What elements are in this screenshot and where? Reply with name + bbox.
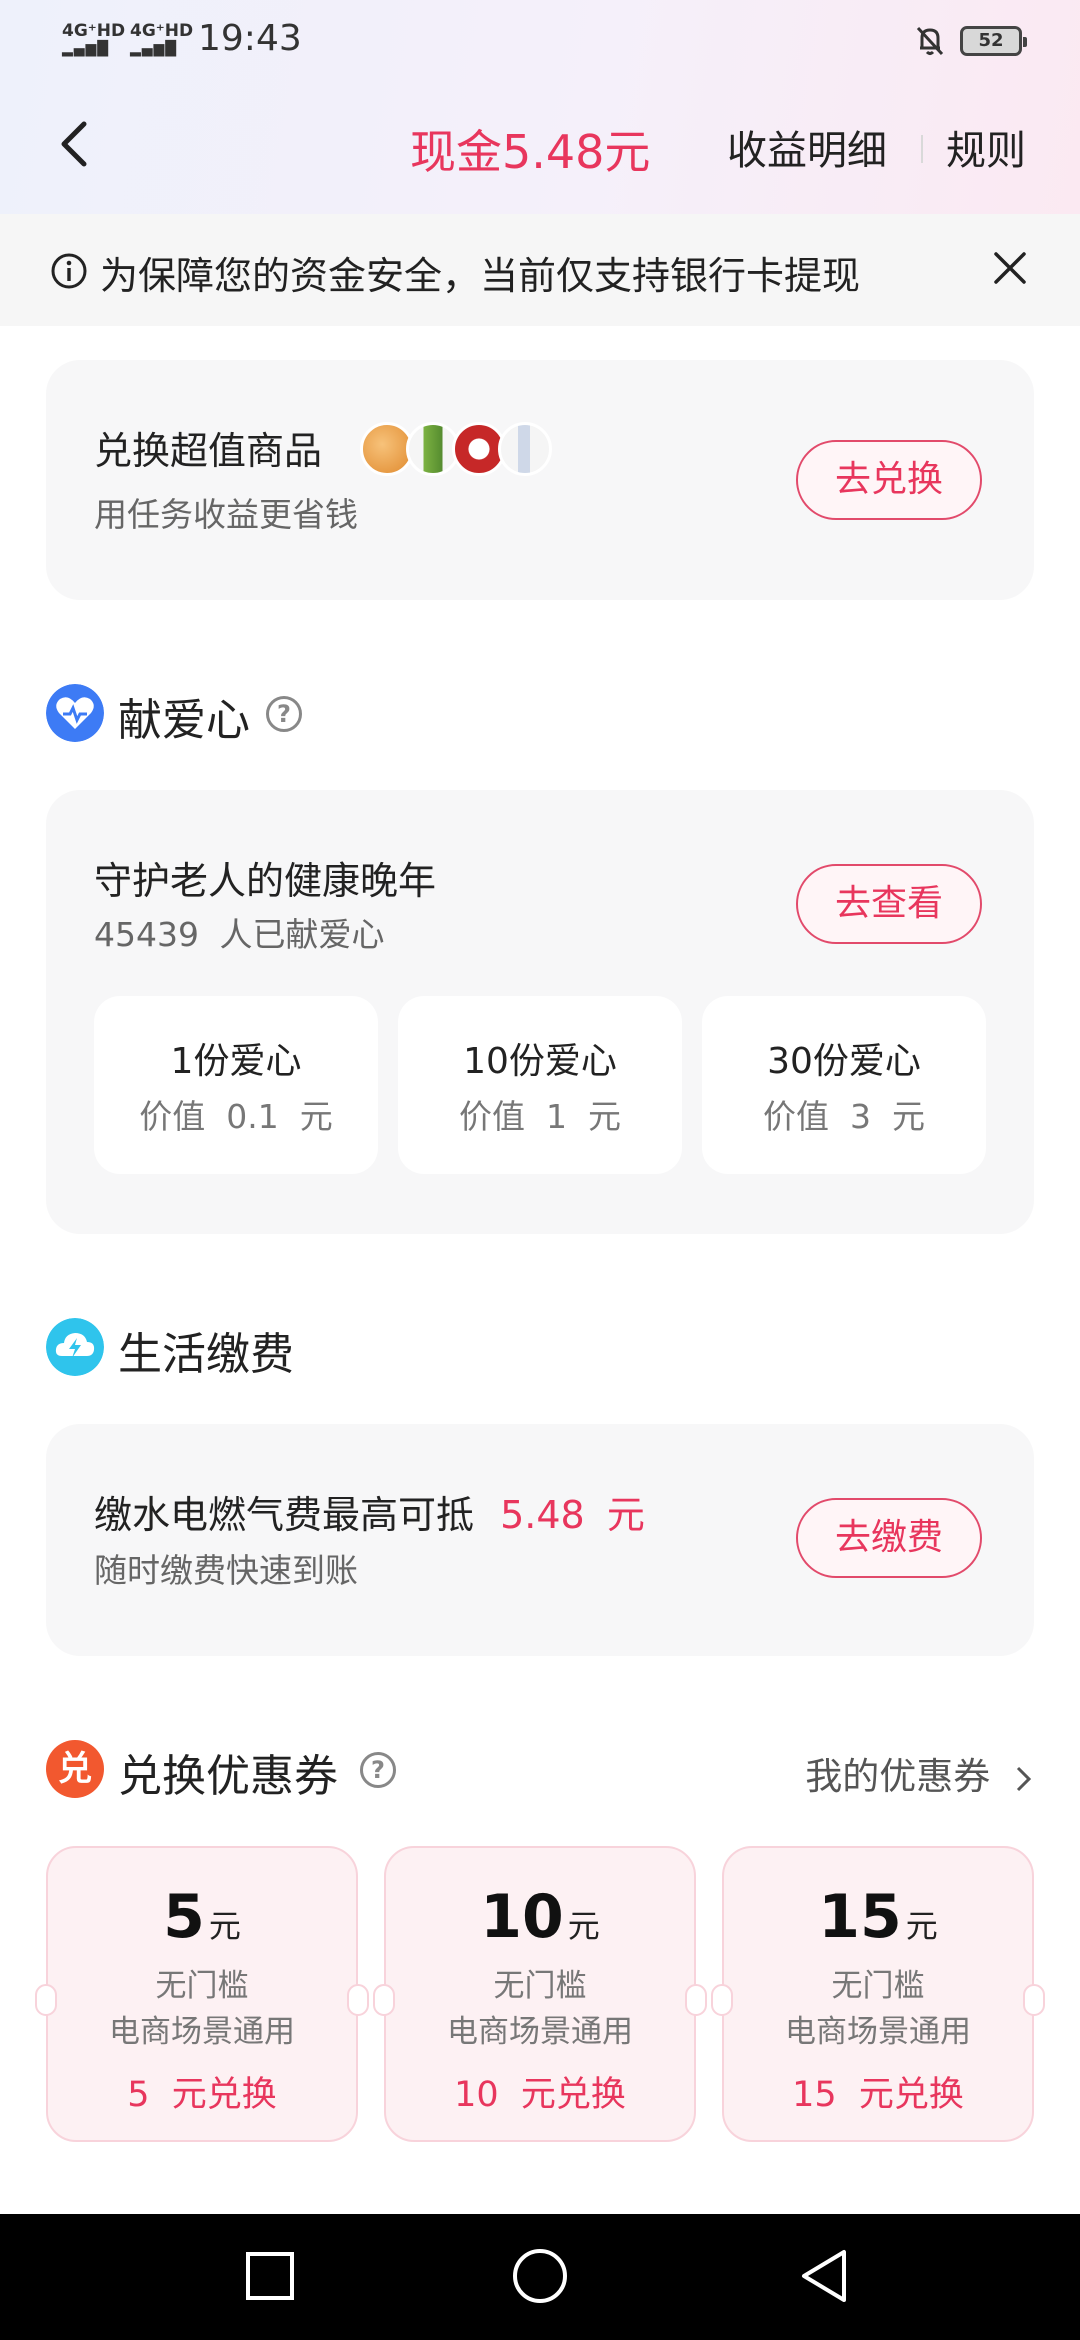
signal-bars-icon: ▂▄▆█ [130, 41, 178, 57]
clock: 19:43 [198, 18, 302, 59]
donate-section-header: 献爱心 ? [46, 684, 446, 746]
donate-option-value: 价值 1 元 [459, 1097, 621, 1136]
donate-card: 守护老人的健康晚年 45439 人已献爱心 去查看 1份爱心 价值 0.1 元 … [46, 790, 1034, 1234]
help-icon[interactable]: ? [266, 696, 302, 732]
bills-unit: 元 [606, 1493, 645, 1537]
coupon-cost: 5 元兑换 [127, 2075, 277, 2115]
coupon-scope: 电商场景通用 [109, 2014, 295, 2050]
donate-option-label: 10份爱心 [463, 1041, 617, 1082]
rules-link[interactable]: 规则 [946, 118, 1026, 176]
cash-balance-title: 现金5.48元 [410, 125, 651, 179]
signal-bars-icon: ▂▄▆█ [62, 41, 110, 57]
coupon-card-15[interactable]: 15 元 无门槛 电商场景通用 15 元兑换 [711, 1846, 1045, 2142]
toothpaste-icon [498, 422, 552, 476]
help-icon[interactable]: ? [360, 1752, 396, 1788]
coupon-cost: 15 元兑换 [792, 2075, 964, 2115]
system-navigation-bar [0, 2214, 1080, 2340]
recent-apps-square-icon[interactable] [170, 2214, 370, 2340]
header-divider [921, 135, 923, 163]
donate-count-line: 45439 人已献爱心 [94, 908, 384, 956]
bills-section-header: 生活缴费 [46, 1318, 446, 1380]
coupons-section-header: 兑 兑换优惠券 ? 我的优惠券 [46, 1740, 1034, 1802]
coupon-condition: 无门槛 [831, 1968, 925, 2004]
back-arrow-icon[interactable] [50, 114, 100, 174]
bills-section-title: 生活缴费 [118, 1329, 294, 1380]
lightning-cloud-icon [46, 1318, 104, 1376]
bills-amount: 5.48 [500, 1493, 585, 1537]
coupon-condition: 无门槛 [155, 1968, 249, 2004]
donate-option-30[interactable]: 30份爱心 价值 3 元 [702, 996, 986, 1174]
status-bar: 4G⁺HD ▂▄▆█ 4G⁺HD ▂▄▆█ 19:43 52 [0, 0, 1080, 80]
coupon-amount: 5元 [163, 1882, 241, 1952]
back-triangle-icon[interactable] [722, 2214, 922, 2340]
donate-count-suffix: 人已献爱心 [219, 915, 385, 954]
donate-option-10[interactable]: 10份爱心 价值 1 元 [398, 996, 682, 1174]
security-notice-bar: 为保障您的资金安全，当前仅支持银行卡提现 [0, 214, 1080, 326]
donate-section-title: 献爱心 [118, 695, 250, 746]
pay-bills-button[interactable]: 去缴费 [796, 1498, 982, 1578]
bills-title: 缴水电燃气费最高可抵 [94, 1493, 475, 1537]
app-header: 现金5.48元 收益明细 规则 [0, 90, 1080, 200]
exchange-badge-icon: 兑 [46, 1740, 104, 1798]
chevron-right-icon [1016, 1766, 1032, 1791]
info-icon [51, 253, 87, 289]
home-circle-icon[interactable] [440, 2214, 640, 2340]
donate-title: 守护老人的健康晚年 [94, 859, 437, 903]
close-notice-icon[interactable] [992, 250, 1028, 286]
coupon-scope: 电商场景通用 [447, 2014, 633, 2050]
exchange-goods-card: 兑换超值商品 用任务收益更省钱 去兑换 [46, 360, 1034, 600]
notice-text: 为保障您的资金安全，当前仅支持银行卡提现 [100, 254, 861, 298]
donate-option-label: 30份爱心 [767, 1041, 921, 1082]
coupon-amount: 15 元 [818, 1882, 938, 1952]
coupon-card-10[interactable]: 10 元 无门槛 电商场景通用 10 元兑换 [373, 1846, 707, 2142]
my-coupons-link[interactable]: 我的优惠券 [805, 1746, 1034, 1800]
coupon-condition: 无门槛 [493, 1968, 587, 2004]
go-exchange-button[interactable]: 去兑换 [796, 440, 982, 520]
donate-count: 45439 [94, 915, 199, 954]
exchange-goods-subtitle: 用任务收益更省钱 [94, 495, 358, 534]
coupon-card-5[interactable]: 5元 无门槛 电商场景通用 5 元兑换 [35, 1846, 369, 2142]
signal-indicator-1: 4G⁺HD ▂▄▆█ [62, 21, 126, 57]
donate-option-label: 1份爱心 [170, 1041, 302, 1082]
earnings-detail-link[interactable]: 收益明细 [727, 118, 887, 176]
signal-indicator-2: 4G⁺HD ▂▄▆█ [130, 21, 194, 57]
charity-heart-icon [46, 684, 104, 742]
coupon-amount: 10 元 [480, 1882, 600, 1952]
donate-option-1[interactable]: 1份爱心 价值 0.1 元 [94, 996, 378, 1174]
donate-option-value: 价值 3 元 [763, 1097, 925, 1136]
view-donation-button[interactable]: 去查看 [796, 864, 982, 944]
bills-card: 缴水电燃气费最高可抵 5.48 元 随时缴费快速到账 去缴费 [46, 1424, 1034, 1656]
bell-muted-icon [916, 26, 944, 56]
battery-indicator: 52 [960, 26, 1027, 56]
donate-option-value: 价值 0.1 元 [139, 1097, 333, 1136]
coupons-section-title: 兑换优惠券 [118, 1751, 338, 1802]
exchange-goods-title: 兑换超值商品 [94, 429, 323, 473]
coupon-scope: 电商场景通用 [785, 2014, 971, 2050]
coupon-cost: 10 元兑换 [454, 2075, 626, 2115]
bills-title-line: 缴水电燃气费最高可抵 5.48 元 [94, 1484, 645, 1539]
bills-subtitle: 随时缴费快速到账 [94, 1551, 358, 1590]
